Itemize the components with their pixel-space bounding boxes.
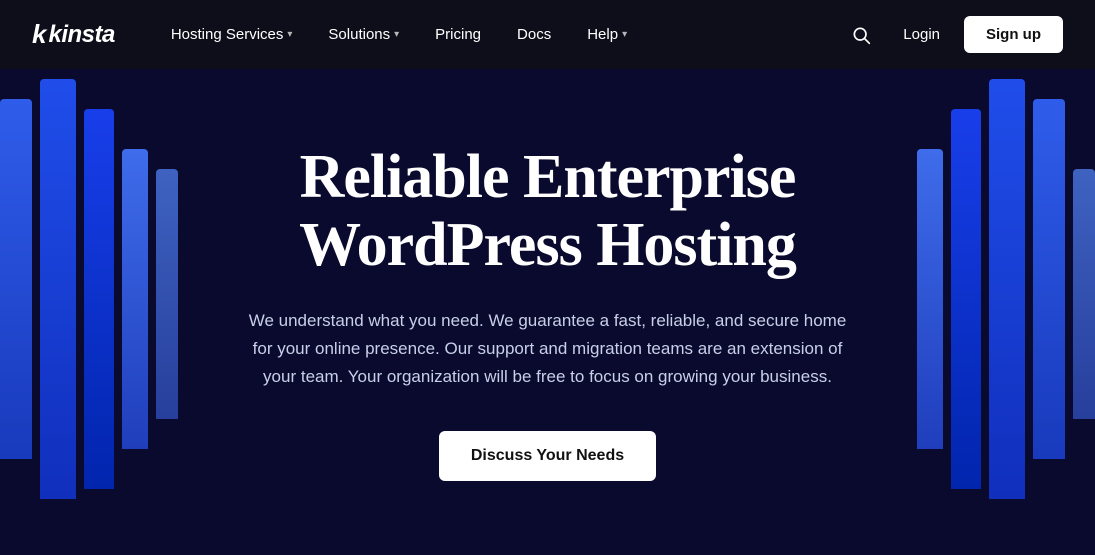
col-pillar — [917, 149, 943, 449]
nav-right: Login Sign up — [843, 16, 1063, 53]
right-decoration — [917, 69, 1095, 555]
logo-text-rest: kinsta — [48, 21, 114, 49]
col-pillar — [1033, 99, 1065, 459]
hero-content: Reliable Enterprise WordPress Hosting We… — [208, 143, 888, 482]
chevron-down-icon: ▾ — [622, 29, 627, 40]
hero-subtitle: We understand what you need. We guarante… — [248, 307, 848, 391]
search-icon — [851, 25, 871, 45]
col-pillar — [0, 99, 32, 459]
nav-docs[interactable]: Docs — [501, 18, 567, 51]
col-pillar — [122, 149, 148, 449]
logo[interactable]: k kinsta — [32, 19, 115, 50]
logo-text: k — [32, 19, 45, 50]
col-pillar — [84, 109, 114, 489]
col-pillar — [40, 79, 76, 499]
col-pillar — [1073, 169, 1095, 419]
nav-pricing[interactable]: Pricing — [419, 18, 497, 51]
nav-links: Hosting Services ▾ Solutions ▾ Pricing D… — [155, 18, 843, 51]
navbar: k kinsta Hosting Services ▾ Solutions ▾ … — [0, 0, 1095, 69]
col-pillar — [156, 169, 178, 419]
search-button[interactable] — [843, 17, 879, 53]
chevron-down-icon: ▾ — [287, 29, 292, 40]
col-pillar — [951, 109, 981, 489]
signup-button[interactable]: Sign up — [964, 16, 1063, 53]
login-button[interactable]: Login — [887, 18, 956, 51]
hero-section: Reliable Enterprise WordPress Hosting We… — [0, 69, 1095, 555]
nav-solutions[interactable]: Solutions ▾ — [312, 18, 415, 51]
chevron-down-icon: ▾ — [394, 29, 399, 40]
nav-hosting-services[interactable]: Hosting Services ▾ — [155, 18, 309, 51]
cta-button[interactable]: Discuss Your Needs — [439, 431, 656, 481]
left-decoration — [0, 69, 178, 555]
nav-help[interactable]: Help ▾ — [571, 18, 643, 51]
hero-title: Reliable Enterprise WordPress Hosting — [248, 143, 848, 279]
col-pillar — [989, 79, 1025, 499]
